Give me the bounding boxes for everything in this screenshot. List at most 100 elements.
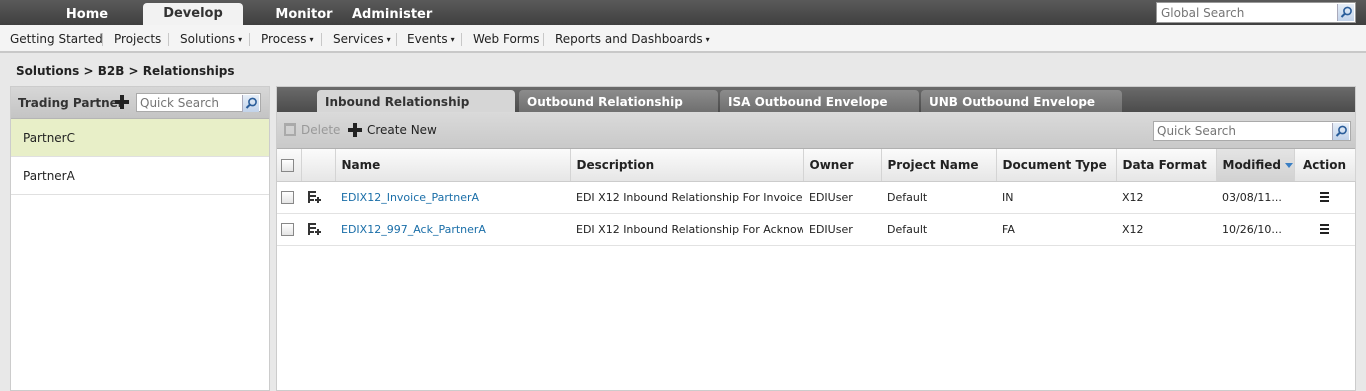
description-cell: EDI X12 Inbound Relationship For Invoice… bbox=[570, 181, 803, 214]
subnav-process-label: Process bbox=[261, 32, 307, 46]
data-format-cell: X12 bbox=[1116, 181, 1216, 214]
table-row: EDIX12_997_Ack_PartnerA EDI X12 Inbound … bbox=[277, 213, 1355, 246]
subnav-divider bbox=[543, 33, 544, 46]
column-header-document-type[interactable]: Document Type bbox=[996, 149, 1117, 182]
document-type-cell: FA bbox=[996, 213, 1116, 246]
column-header-project-name[interactable]: Project Name bbox=[881, 149, 997, 182]
owner-cell: EDIUser bbox=[803, 213, 881, 246]
row-type-cell bbox=[301, 213, 335, 246]
row-checkbox[interactable] bbox=[281, 190, 294, 204]
search-icon bbox=[1335, 125, 1347, 137]
select-all-checkbox[interactable] bbox=[281, 158, 294, 172]
select-all-cell bbox=[277, 149, 302, 182]
relationship-search-button[interactable] bbox=[1332, 123, 1349, 140]
subnav-getting-started[interactable]: Getting Started bbox=[10, 32, 103, 46]
table-toolbar: Delete Create New bbox=[277, 112, 1355, 149]
subnav-events[interactable]: Events ▾ bbox=[407, 32, 455, 46]
relationship-icon bbox=[307, 222, 321, 236]
owner-cell: EDIUser bbox=[803, 181, 881, 214]
trash-icon bbox=[284, 123, 296, 136]
column-header-action: Action bbox=[1294, 149, 1356, 182]
relationship-name-link[interactable]: EDIX12_997_Ack_PartnerA bbox=[341, 223, 486, 236]
tab-inbound-relationship[interactable]: Inbound Relationship bbox=[317, 90, 515, 112]
trading-partner-header: Trading Partner bbox=[11, 87, 269, 119]
top-navigation-bar: Home Develop Monitor Administer bbox=[0, 0, 1366, 25]
subnav-events-label: Events bbox=[407, 32, 448, 46]
subnav-divider bbox=[102, 33, 103, 46]
tab-home[interactable]: Home bbox=[47, 4, 127, 25]
subnav-services[interactable]: Services ▾ bbox=[333, 32, 391, 46]
relationship-name-cell: EDIX12_997_Ack_PartnerA bbox=[335, 213, 570, 246]
project-name-cell: Default bbox=[881, 213, 996, 246]
subnav-reports-dashboards[interactable]: Reports and Dashboards ▾ bbox=[555, 32, 710, 46]
table-header-row: Name Description Owner Project Name Docu… bbox=[277, 149, 1356, 182]
subnav-divider bbox=[461, 33, 462, 46]
partner-search-button[interactable] bbox=[242, 95, 259, 112]
relationship-name-cell: EDIX12_Invoice_PartnerA bbox=[335, 181, 570, 214]
sub-navigation-bar: Getting Started Projects Solutions ▾ Proc… bbox=[0, 25, 1366, 53]
subnav-divider bbox=[249, 33, 250, 46]
column-header-owner[interactable]: Owner bbox=[803, 149, 882, 182]
subnav-solutions[interactable]: Solutions ▾ bbox=[180, 32, 242, 46]
sort-descending-icon bbox=[1285, 162, 1294, 168]
document-type-cell: IN bbox=[996, 181, 1116, 214]
row-select-cell bbox=[277, 213, 301, 246]
tab-outbound-relationship[interactable]: Outbound Relationship bbox=[519, 90, 718, 112]
global-search-button[interactable] bbox=[1337, 4, 1354, 21]
relationship-icon bbox=[307, 190, 321, 204]
trading-partner-title: Trading Partner bbox=[18, 96, 124, 110]
relationships-table: Name Description Owner Project Name Docu… bbox=[277, 149, 1356, 246]
chevron-down-icon: ▾ bbox=[450, 35, 455, 44]
subnav-divider bbox=[396, 33, 397, 46]
chevron-down-icon: ▾ bbox=[238, 35, 243, 44]
action-menu-icon[interactable] bbox=[1320, 191, 1329, 202]
breadcrumb: Solutions > B2B > Relationships bbox=[16, 64, 235, 78]
relationship-search-box bbox=[1153, 121, 1351, 141]
tab-isa-outbound-envelope[interactable]: ISA Outbound Envelope bbox=[720, 90, 919, 112]
trading-partner-panel: Trading Partner PartnerC PartnerA bbox=[10, 86, 270, 391]
chevron-down-icon: ▾ bbox=[705, 35, 710, 44]
table-row: EDIX12_Invoice_PartnerA EDI X12 Inbound … bbox=[277, 181, 1355, 214]
tab-monitor[interactable]: Monitor bbox=[254, 4, 354, 25]
delete-label: Delete bbox=[301, 123, 341, 137]
subnav-services-label: Services bbox=[333, 32, 384, 46]
description-cell: EDI X12 Inbound Relationship For Acknow.… bbox=[570, 213, 803, 246]
subnav-process[interactable]: Process ▾ bbox=[261, 32, 314, 46]
create-new-label: Create New bbox=[367, 123, 437, 137]
action-cell bbox=[1294, 181, 1355, 214]
relationships-panel: Inbound Relationship Outbound Relationsh… bbox=[276, 86, 1356, 391]
tab-develop[interactable]: Develop bbox=[143, 3, 243, 25]
subnav-solutions-label: Solutions bbox=[180, 32, 236, 46]
tab-unb-outbound-envelope[interactable]: UNB Outbound Envelope bbox=[921, 90, 1122, 112]
row-type-cell bbox=[301, 181, 335, 214]
row-checkbox[interactable] bbox=[281, 222, 294, 236]
relationship-name-link[interactable]: EDIX12_Invoice_PartnerA bbox=[341, 191, 479, 204]
modified-header-label: Modified bbox=[1222, 157, 1282, 172]
action-menu-icon[interactable] bbox=[1320, 223, 1329, 234]
search-icon bbox=[245, 97, 257, 109]
subnav-web-forms[interactable]: Web Forms bbox=[473, 32, 539, 46]
data-format-cell: X12 bbox=[1116, 213, 1216, 246]
partner-search-input[interactable] bbox=[137, 94, 241, 111]
relationship-search-input[interactable] bbox=[1154, 122, 1332, 140]
column-header-data-format[interactable]: Data Format bbox=[1116, 149, 1217, 182]
create-new-button[interactable]: Create New bbox=[348, 123, 437, 137]
tab-administer[interactable]: Administer bbox=[352, 4, 432, 25]
subnav-projects[interactable]: Projects bbox=[114, 32, 161, 46]
subnav-divider bbox=[168, 33, 169, 46]
column-header-modified[interactable]: Modified bbox=[1216, 149, 1295, 182]
plus-icon bbox=[348, 123, 362, 137]
project-name-cell: Default bbox=[881, 181, 996, 214]
add-partner-button[interactable] bbox=[115, 95, 129, 109]
column-header-name[interactable]: Name bbox=[335, 149, 571, 182]
delete-button[interactable]: Delete bbox=[284, 123, 340, 137]
global-search-input[interactable] bbox=[1157, 3, 1335, 22]
column-header-description[interactable]: Description bbox=[570, 149, 804, 182]
partner-item[interactable]: PartnerC bbox=[11, 119, 269, 157]
modified-cell: 10/26/10... bbox=[1216, 213, 1294, 246]
modified-cell: 03/08/11... bbox=[1216, 181, 1294, 214]
chevron-down-icon: ▾ bbox=[309, 35, 314, 44]
action-cell bbox=[1294, 213, 1355, 246]
partner-item[interactable]: PartnerA bbox=[11, 157, 269, 195]
chevron-down-icon: ▾ bbox=[386, 35, 391, 44]
